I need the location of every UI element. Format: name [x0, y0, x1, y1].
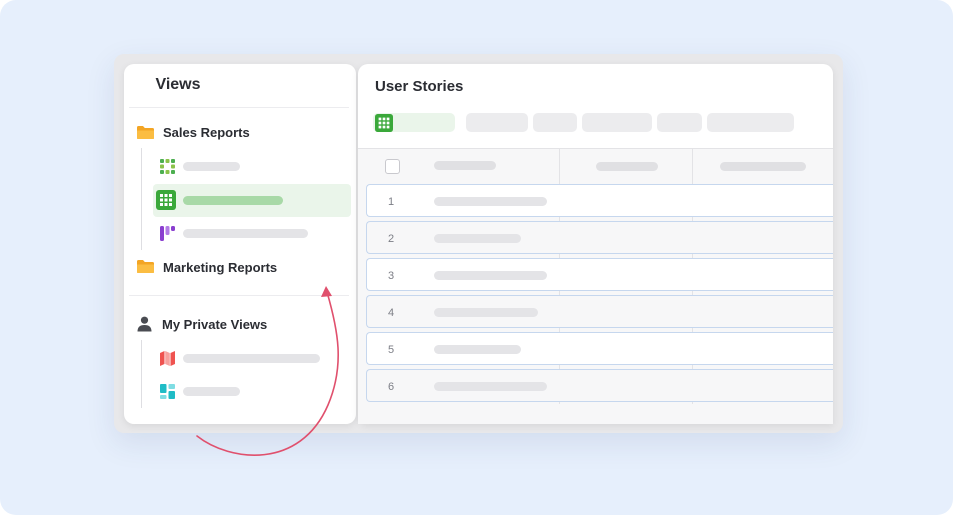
curved-arrow-icon — [196, 286, 339, 456]
